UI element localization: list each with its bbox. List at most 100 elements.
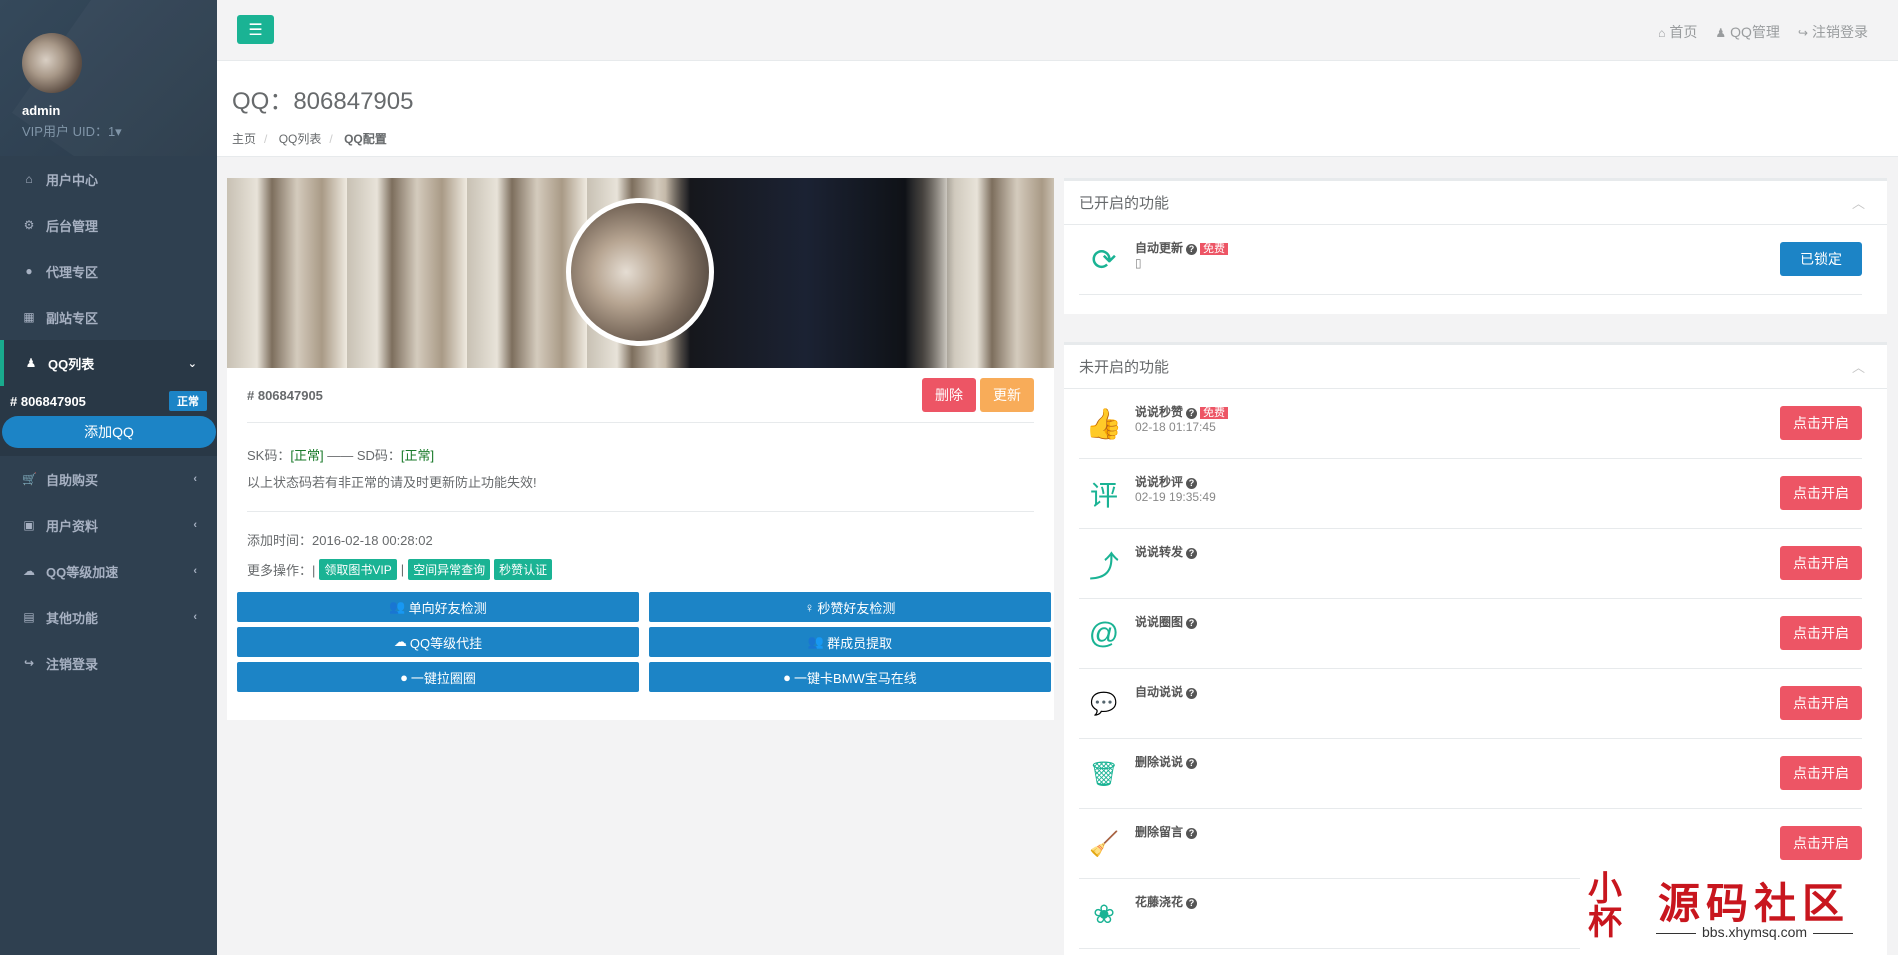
- users-icon: 👥: [389, 599, 406, 614]
- help-icon[interactable]: ?: [1186, 244, 1198, 255]
- feature-time: 02-18 01:17:45: [1135, 420, 1216, 434]
- sidebar: admin VIP用户 UID：1▾ ⌂ 用户中心 ⚙ 后台管理 ● 代理专区 ▦ 副站…: [0, 0, 217, 955]
- status-badge: 正常: [169, 391, 207, 411]
- qq-account-row[interactable]: # 806847905 正常: [0, 386, 217, 416]
- top-link-home[interactable]: ⌂ 首页: [1658, 22, 1697, 42]
- sidebar-item-user-center[interactable]: ⌂ 用户中心: [0, 156, 217, 202]
- feature-name: 删除说说: [1135, 755, 1184, 769]
- hamburger-icon: ☰: [248, 21, 263, 39]
- help-icon[interactable]: ?: [1186, 618, 1198, 629]
- feature-name: 说说圈图: [1135, 615, 1184, 629]
- sidebar-item-admin[interactable]: ⚙ 后台管理: [0, 202, 217, 248]
- sk-label: SK码：: [247, 448, 291, 463]
- qq-icon: ♟: [1715, 26, 1727, 40]
- top-link-qq-manage[interactable]: ♟ QQ管理: [1715, 22, 1780, 42]
- sidebar-item-substation[interactable]: ▦ 副站专区: [0, 294, 217, 340]
- user-role-dropdown[interactable]: VIP用户 UID：1▾: [22, 121, 217, 140]
- chevron-down-icon: ⌄: [187, 357, 197, 370]
- sidebar-profile: admin VIP用户 UID：1▾: [0, 0, 217, 156]
- circle-icon: ●: [400, 669, 408, 685]
- breadcrumb-current: QQ配置: [344, 132, 387, 146]
- avatar[interactable]: [22, 33, 82, 93]
- chevron-up-icon[interactable]: ︿: [1852, 357, 1865, 376]
- sidebar-item-label: 代理专区: [46, 264, 99, 280]
- enable-button[interactable]: 点击开启: [1780, 826, 1862, 860]
- action-label: QQ等级代挂: [409, 635, 483, 651]
- delete-button[interactable]: 删除: [922, 378, 976, 412]
- help-icon[interactable]: ?: [1186, 408, 1198, 419]
- sidebar-item-logout[interactable]: ↪ 注销登录: [0, 640, 217, 686]
- users-icon: 👥: [807, 634, 825, 649]
- help-icon[interactable]: ?: [1186, 478, 1198, 489]
- menu-toggle-button[interactable]: ☰: [237, 15, 274, 44]
- globe-icon: ●: [25, 264, 33, 278]
- help-icon[interactable]: ?: [1186, 548, 1198, 559]
- chevron-left-icon: ‹: [193, 519, 197, 531]
- sidebar-item-qq-list[interactable]: ♟ QQ列表 ⌄: [0, 340, 217, 386]
- feature-time: 02-19 19:35:49: [1135, 490, 1216, 504]
- qq-id: # 806847905: [247, 387, 323, 403]
- gear-icon: ⚙: [23, 218, 35, 232]
- enable-button[interactable]: 点击开启: [1780, 406, 1862, 440]
- breadcrumb-home[interactable]: 主页: [232, 132, 256, 146]
- home-icon: ⌂: [1658, 26, 1666, 40]
- enable-button[interactable]: 点击开启: [1780, 546, 1862, 580]
- pull-circle-button[interactable]: ● 一键拉圈圈: [237, 662, 639, 692]
- tag-book-vip[interactable]: 领取图书VIP: [319, 559, 397, 580]
- help-icon[interactable]: ?: [1186, 898, 1198, 909]
- sidebar-item-user-profile[interactable]: ▣ 用户资料 ‹: [0, 502, 217, 548]
- feature-row: 🗑 删除说说? 点击开启: [1079, 739, 1862, 809]
- top-link-logout[interactable]: ↪ 注销登录: [1798, 22, 1868, 42]
- sidebar-item-label: 用户资料: [46, 518, 99, 534]
- feature-row: 评 说说秒评? 02-19 19:35:49 点击开启: [1079, 459, 1862, 529]
- feature-name: 说说秒赞: [1135, 405, 1184, 419]
- sidebar-item-label: 副站专区: [46, 310, 99, 326]
- breadcrumb-qq-list[interactable]: QQ列表: [279, 132, 322, 146]
- user-name: admin: [22, 103, 61, 118]
- logout-icon: ↪: [23, 656, 35, 670]
- tag-space-check[interactable]: 空间异常查询: [408, 559, 491, 580]
- thumbs-up-icon: 👍: [1085, 407, 1123, 441]
- logout-icon: ↪: [1797, 26, 1808, 40]
- feature-name: 自动更新: [1135, 241, 1184, 255]
- sk-status: [正常]: [290, 448, 324, 463]
- action-label: 一键卡BMW宝马在线: [794, 670, 917, 686]
- like-friend-check-button[interactable]: ♀ 秒赞好友检测: [649, 592, 1051, 622]
- more-label: 更多操作：|: [247, 563, 316, 578]
- sd-label: —— SD码：: [327, 448, 401, 463]
- enable-button[interactable]: 点击开启: [1780, 686, 1862, 720]
- sidebar-item-qq-level[interactable]: ☁ QQ等级加速 ‹: [0, 548, 217, 594]
- group-member-extract-button[interactable]: 👥 群成员提取: [649, 627, 1051, 657]
- action-label: 秒赞好友检测: [817, 600, 896, 616]
- sidebar-item-self-purchase[interactable]: 🛒 自助购买 ‹: [0, 456, 217, 502]
- enable-button[interactable]: 点击开启: [1780, 476, 1862, 510]
- one-way-friend-check-button[interactable]: 👥 单向好友检测: [237, 592, 639, 622]
- sidebar-nav: ⌂ 用户中心 ⚙ 后台管理 ● 代理专区 ▦ 副站专区 ♟ QQ列表 ⌄ # 8068479…: [0, 156, 217, 686]
- sidebar-item-other[interactable]: ▤ 其他功能 ‹: [0, 594, 217, 640]
- feature-name: 删除留言: [1135, 825, 1184, 839]
- breadcrumb: 主页 / QQ列表 / QQ配置: [232, 132, 387, 146]
- update-button[interactable]: 更新: [980, 378, 1034, 412]
- sidebar-item-label: 后台管理: [46, 218, 99, 234]
- sidebar-item-agent[interactable]: ● 代理专区: [0, 248, 217, 294]
- at-icon: @: [1088, 617, 1120, 650]
- help-icon[interactable]: ?: [1186, 828, 1198, 839]
- tag-like-verify[interactable]: 秒赞认证: [494, 559, 553, 580]
- briefcase-icon: ▤: [23, 610, 35, 624]
- locked-button[interactable]: 已锁定: [1780, 242, 1862, 276]
- enable-button[interactable]: 点击开启: [1780, 616, 1862, 650]
- help-icon[interactable]: ?: [1186, 688, 1198, 699]
- sidebar-item-label: 注销登录: [46, 656, 99, 672]
- bmw-online-button[interactable]: ● 一键卡BMW宝马在线: [649, 662, 1051, 692]
- add-qq-button[interactable]: 添加QQ: [2, 416, 216, 448]
- feature-row: ⤴ 说说转发? 点击开启: [1079, 529, 1862, 599]
- free-badge: 免费: [1200, 407, 1229, 419]
- enable-button[interactable]: 点击开启: [1780, 756, 1862, 790]
- qq-level-hosting-button[interactable]: ☁ QQ等级代挂: [237, 627, 639, 657]
- feature-name: 说说转发: [1135, 545, 1184, 559]
- help-icon[interactable]: ?: [1186, 758, 1198, 769]
- watermark: 小杯 源码社区 bbs.xhymsq.com: [1580, 866, 1880, 950]
- chevron-up-icon[interactable]: ︿: [1852, 193, 1865, 212]
- sidebar-item-label: 自助购买: [46, 472, 99, 488]
- broom-icon: 🧹: [1089, 830, 1119, 858]
